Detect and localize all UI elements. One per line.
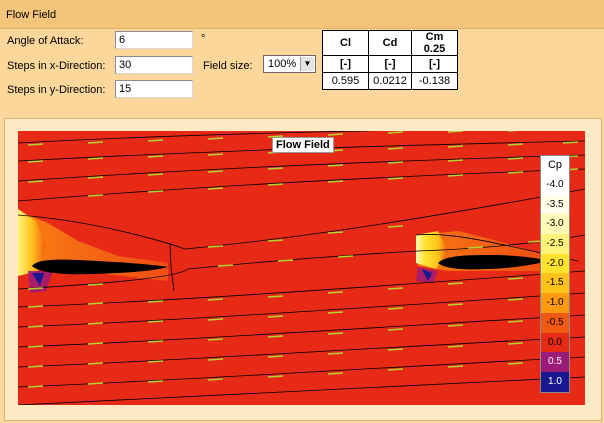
cl-value: 0.595	[322, 72, 369, 90]
cl-header: Cl	[322, 30, 369, 56]
panel-title: Flow Field	[6, 9, 57, 21]
angle-unit: °	[201, 33, 206, 45]
legend-swatch: 0.0	[541, 332, 569, 353]
steps-y-input[interactable]	[115, 80, 193, 98]
legend-title: Cp	[547, 159, 563, 171]
legend-swatch: -4.0	[541, 175, 569, 195]
cd-unit: [-]	[368, 55, 412, 73]
field-size-value: 100%	[268, 58, 297, 70]
cm-value: -0.138	[411, 72, 458, 90]
steps-y-label: Steps in y-Direction:	[7, 84, 106, 96]
legend-swatch: -1.0	[541, 293, 569, 313]
legend-swatch: -1.5	[541, 273, 569, 294]
cm-unit: [-]	[411, 55, 458, 73]
legend-swatch: -2.5	[541, 234, 569, 254]
legend-swatch: -3.0	[541, 214, 569, 235]
cl-unit: [-]	[322, 55, 369, 73]
legend-swatch: 0.5	[541, 352, 569, 372]
flow-field-canvas	[18, 131, 585, 405]
panel-title-bar: Flow Field	[0, 0, 604, 29]
angle-of-attack-label: Angle of Attack:	[7, 35, 84, 47]
cm-header: Cm 0.25	[411, 30, 458, 56]
legend-swatch: -3.5	[541, 194, 569, 215]
field-size-select[interactable]: 100% ▼	[263, 55, 316, 73]
chevron-down-icon[interactable]: ▼	[300, 57, 314, 71]
cd-value: 0.0212	[368, 72, 412, 90]
coefficient-table: Cl Cd Cm 0.25 [-] [-] [-] 0.595 0.0212 -…	[322, 30, 458, 90]
flow-field-plot	[18, 131, 585, 405]
angle-of-attack-input[interactable]	[115, 31, 193, 49]
cp-legend: Cp -4.0 -3.5 -3.0 -2.5 -2.0 -1.5 -1.0 -0.5 0.0 0.…	[540, 155, 570, 393]
plot-title: Flow Field	[272, 137, 334, 153]
cd-header: Cd	[368, 30, 412, 56]
steps-x-input[interactable]	[115, 56, 193, 74]
legend-swatch: 1.0	[541, 371, 569, 392]
steps-x-label: Steps in x-Direction:	[7, 60, 106, 72]
legend-swatch: -2.0	[541, 253, 569, 274]
legend-swatch: -0.5	[541, 312, 569, 333]
field-size-label: Field size:	[203, 60, 253, 72]
